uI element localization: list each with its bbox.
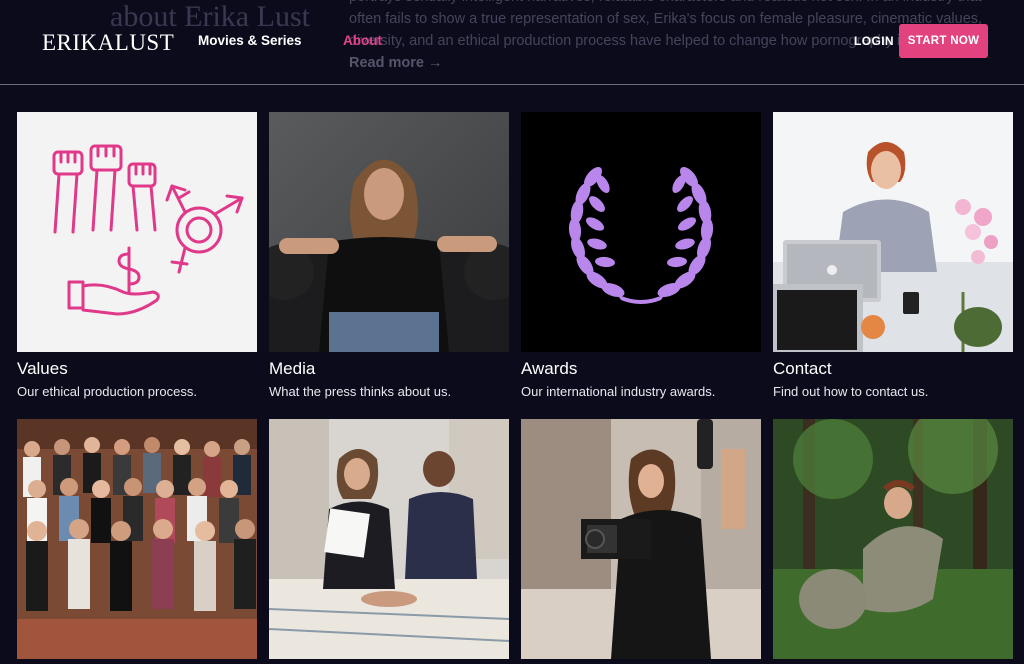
card-team[interactable]	[17, 419, 257, 659]
card-camera-photo[interactable]	[521, 419, 761, 659]
laurel-wreath-icon[interactable]	[521, 112, 761, 352]
site-header: ERIKALUST Movies & Series About LOGIN ST…	[0, 0, 1024, 85]
values-illustration[interactable]	[17, 112, 257, 352]
woman-in-forest-photo[interactable]	[773, 419, 1013, 659]
camera-operator-photo[interactable]	[521, 419, 761, 659]
card-title: Values	[17, 359, 68, 378]
card-bed-photo[interactable]	[269, 419, 509, 659]
card-subtitle: Find out how to contact us.	[773, 384, 929, 399]
woman-at-laptop-photo[interactable]	[773, 112, 1013, 352]
card-media[interactable]: Media What the press thinks about us.	[269, 112, 509, 400]
nav-movies-series[interactable]: Movies & Series	[198, 33, 302, 48]
card-forest-photo[interactable]	[773, 419, 1013, 659]
start-now-button[interactable]: START NOW	[899, 24, 988, 58]
card-title: Awards	[521, 359, 578, 378]
nav-about[interactable]: About	[343, 33, 382, 48]
card-title: Media	[269, 359, 316, 378]
card-subtitle: What the press thinks about us.	[269, 384, 452, 399]
card-awards[interactable]: Awards Our international industry awards…	[521, 112, 761, 400]
card-title: Contact	[773, 359, 832, 378]
site-logo[interactable]: ERIKALUST	[42, 30, 174, 56]
card-subtitle: Our international industry awards.	[521, 384, 716, 399]
team-group-photo[interactable]	[17, 419, 257, 659]
login-link[interactable]: LOGIN	[854, 34, 894, 48]
card-contact[interactable]: Contact Find out how to contact us.	[773, 112, 1013, 400]
woman-on-sofa-photo[interactable]	[269, 112, 509, 352]
card-values[interactable]: Values Our ethical production process.	[17, 112, 257, 400]
card-subtitle: Our ethical production process.	[17, 384, 197, 399]
two-people-on-bed-photo[interactable]	[269, 419, 509, 659]
